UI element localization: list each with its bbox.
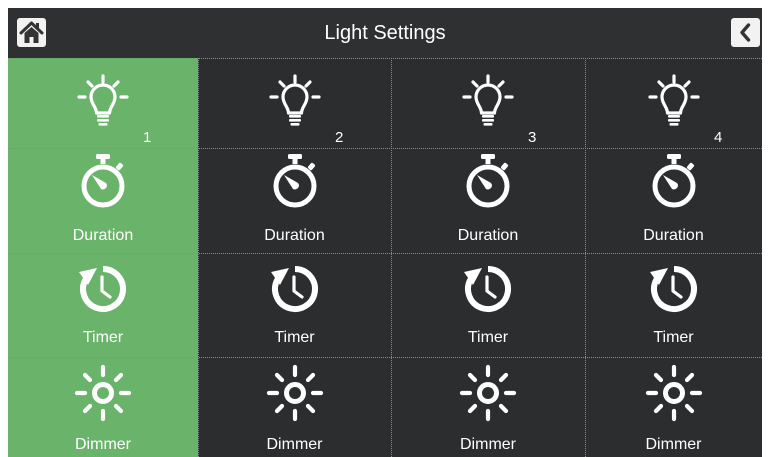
dimmer-label: Dimmer: [460, 436, 516, 453]
sun-icon: [645, 364, 703, 422]
stopwatch-icon: [466, 154, 510, 208]
duration-button-2[interactable]: Duration: [198, 148, 391, 253]
timer-button-3[interactable]: Timer: [391, 253, 585, 357]
sun-icon: [74, 364, 132, 422]
light-number: 2: [335, 129, 344, 146]
dimmer-button-3[interactable]: Dimmer: [391, 357, 585, 457]
row-divider: [8, 148, 762, 149]
duration-button-3[interactable]: Duration: [391, 148, 585, 253]
timer-button-1[interactable]: Timer: [8, 253, 198, 357]
row-divider: [8, 58, 762, 59]
duration-label: Duration: [643, 227, 704, 244]
column-divider: [585, 58, 586, 457]
timer-icon: [79, 266, 126, 312]
row-divider: [8, 253, 762, 254]
dimmer-button-4[interactable]: Dimmer: [585, 357, 762, 457]
timer-button-2[interactable]: Timer: [198, 253, 391, 357]
duration-label: Duration: [264, 227, 325, 244]
row-divider: [8, 357, 762, 358]
light-number: 3: [528, 129, 537, 146]
column-divider: [198, 58, 199, 457]
bulb-icon: [77, 74, 129, 126]
sun-icon: [266, 364, 324, 422]
bulb-icon: [462, 74, 514, 126]
duration-label: Duration: [457, 227, 519, 244]
sun-icon: [459, 364, 517, 422]
duration-label: Duration: [72, 227, 134, 244]
timer-button-4[interactable]: Timer: [585, 253, 762, 357]
dimmer-label: Dimmer: [266, 436, 323, 453]
column-divider: [391, 58, 392, 457]
timer-label: Timer: [82, 329, 124, 346]
timer-icon: [464, 266, 511, 312]
dimmer-label: Dimmer: [75, 436, 131, 453]
home-button[interactable]: [17, 18, 46, 47]
timer-label: Timer: [467, 329, 509, 346]
dimmer-button-1[interactable]: Dimmer: [8, 357, 198, 457]
dimmer-label: Dimmer: [645, 436, 702, 453]
stopwatch-icon: [652, 154, 696, 208]
light-select-button-3[interactable]: 3: [391, 58, 585, 148]
timer-icon: [271, 266, 318, 312]
back-chevron-icon: [740, 23, 751, 42]
timer-label: Timer: [653, 329, 694, 346]
bulb-icon: [648, 74, 700, 126]
page-title: Light Settings: [324, 22, 446, 44]
timer-label: Timer: [274, 329, 315, 346]
light-settings-screen: Light Settings 1 Duration Timer Dimmer 2 Dura…: [8, 8, 762, 457]
light-number: 1: [143, 129, 152, 146]
stopwatch-icon: [81, 154, 125, 208]
home-icon: [19, 21, 44, 43]
stopwatch-icon: [273, 154, 317, 208]
back-button[interactable]: [731, 18, 760, 47]
light-select-button-4[interactable]: 4: [585, 58, 762, 148]
bulb-icon: [269, 74, 321, 126]
title-bar: Light Settings: [8, 8, 762, 58]
light-number: 4: [714, 129, 723, 146]
timer-icon: [650, 266, 697, 312]
duration-button-1[interactable]: Duration: [8, 148, 198, 253]
duration-button-4[interactable]: Duration: [585, 148, 762, 253]
light-select-button-2[interactable]: 2: [198, 58, 391, 148]
dimmer-button-2[interactable]: Dimmer: [198, 357, 391, 457]
light-select-button-1[interactable]: 1: [8, 58, 198, 148]
